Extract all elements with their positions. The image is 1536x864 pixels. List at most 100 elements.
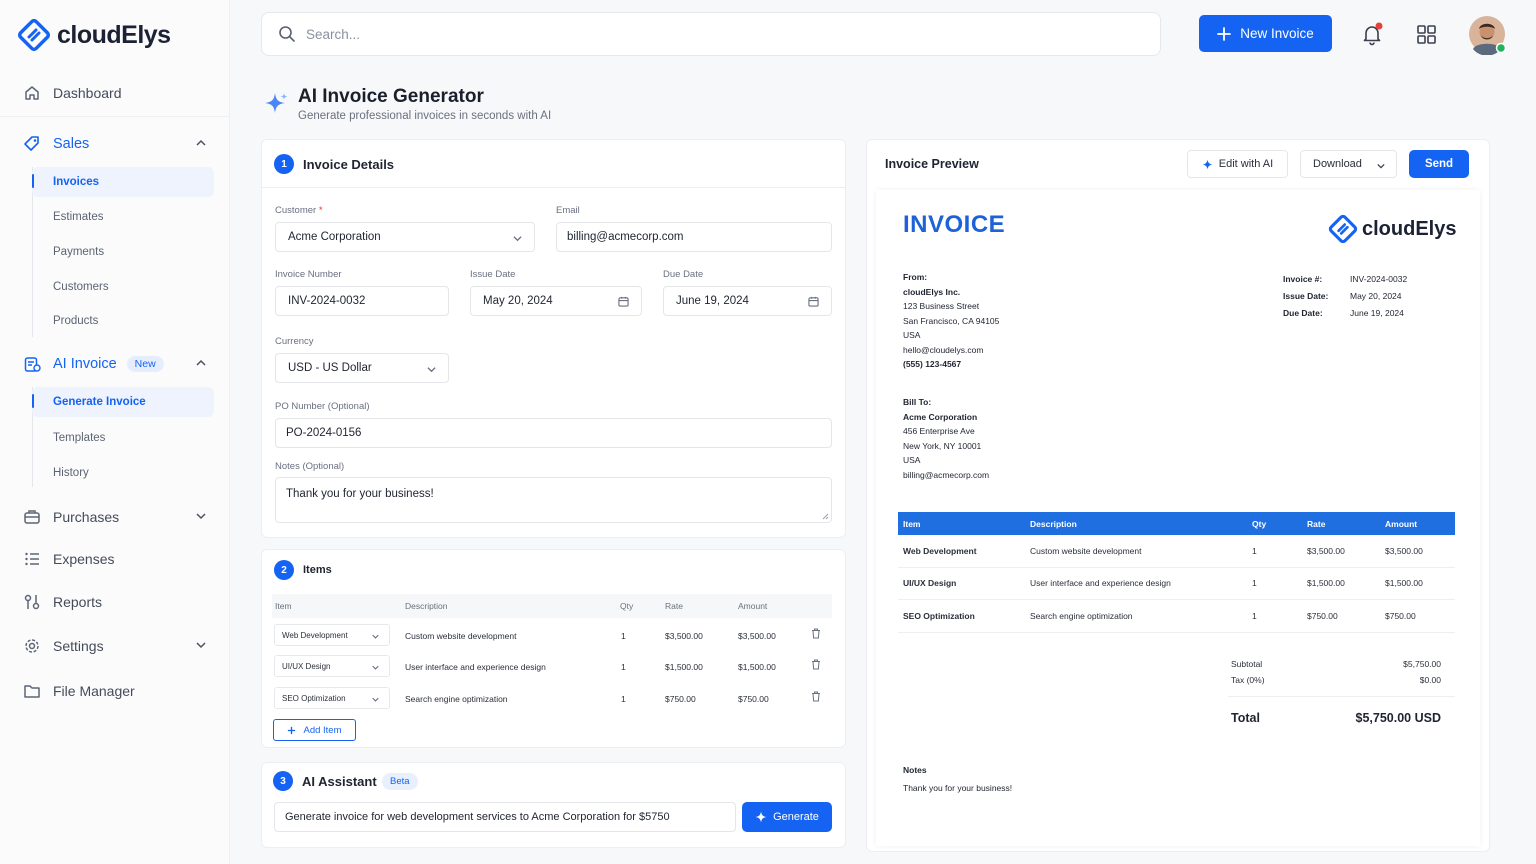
cloudelys-logo-icon	[1328, 214, 1358, 244]
chevron-down-icon	[372, 697, 379, 702]
trash-icon[interactable]	[811, 691, 821, 702]
nav-ai-invoice[interactable]: AI Invoice New	[0, 346, 230, 382]
nav-settings-label: Settings	[53, 638, 104, 654]
download-label: Download	[1313, 158, 1362, 170]
from-block: From: cloudElys Inc. 123 Business Street…	[903, 270, 999, 372]
add-item-button[interactable]: Add Item	[273, 719, 356, 741]
item-name: UI/UX Design	[282, 661, 331, 671]
nav-generate-invoice[interactable]: Generate Invoice	[32, 387, 214, 417]
customer-label: Customer *	[275, 205, 323, 216]
reports-icon	[24, 594, 40, 610]
search-input[interactable]: Search...	[261, 12, 1161, 56]
nav-payments[interactable]: Payments	[32, 237, 214, 267]
item-description[interactable]: User interface and experience design	[405, 662, 546, 672]
nav-products[interactable]: Products	[32, 306, 214, 336]
send-label: Send	[1424, 158, 1454, 170]
nav-dashboard[interactable]: Dashboard	[0, 75, 230, 111]
nav-templates[interactable]: Templates	[32, 423, 214, 453]
from-line: USA	[903, 330, 921, 340]
home-icon	[25, 86, 39, 100]
generate-button[interactable]: Generate	[742, 802, 832, 832]
sparkle-icon	[265, 93, 288, 113]
meta-label: Due Date:	[1283, 308, 1323, 318]
preview-table-header	[898, 512, 1455, 535]
due-date-field[interactable]: June 19, 2024	[663, 286, 832, 316]
plus-icon	[288, 726, 296, 734]
item-rate[interactable]: $1,500.00	[665, 662, 703, 672]
nav-reports[interactable]: Reports	[0, 584, 230, 620]
email-field[interactable]: billing@acmecorp.com	[556, 222, 832, 252]
nav-customers[interactable]: Customers	[32, 272, 214, 302]
item-select[interactable]: SEO Optimization	[274, 687, 390, 709]
currency-label: Currency	[275, 336, 314, 347]
from-line: hello@cloudelys.com	[903, 344, 984, 355]
nav-invoices[interactable]: Invoices	[32, 167, 214, 197]
calendar-icon[interactable]	[618, 296, 629, 307]
item-qty[interactable]: 1	[621, 694, 626, 704]
chevron-down-icon[interactable]	[196, 640, 206, 650]
trash-icon[interactable]	[811, 659, 821, 670]
item-select[interactable]: Web Development	[274, 624, 390, 646]
currency-select[interactable]: USD - US Dollar	[275, 353, 449, 383]
brand-logo[interactable]: cloudElys	[17, 18, 171, 52]
invoice-preview-title: Invoice Preview	[885, 157, 979, 171]
ai-prompt-input[interactable]: Generate invoice for web development ser…	[274, 802, 736, 832]
divider	[898, 632, 1455, 633]
edit-with-ai-button[interactable]: Edit with AI	[1187, 150, 1288, 178]
preview-col-item: Item	[903, 519, 921, 529]
plus-icon	[1217, 26, 1232, 41]
item-select[interactable]: UI/UX Design	[274, 655, 390, 677]
chevron-up-icon[interactable]	[196, 138, 206, 148]
nav-purchases[interactable]: Purchases	[0, 499, 230, 535]
new-invoice-button[interactable]: New Invoice	[1199, 15, 1332, 52]
notes-textarea[interactable]: Thank you for your business!	[275, 477, 832, 523]
chevron-down-icon[interactable]	[196, 511, 206, 521]
nav-file-manager[interactable]: File Manager	[0, 673, 230, 709]
nav-products-label: Products	[53, 315, 99, 327]
preview-qty: 1	[1252, 611, 1257, 621]
issue-date-field[interactable]: May 20, 2024	[470, 286, 642, 316]
po-number-field[interactable]: PO-2024-0156	[275, 418, 832, 448]
invoice-heading: INVOICE	[903, 211, 1006, 238]
preview-rate: $3,500.00	[1307, 546, 1345, 556]
customer-select[interactable]: Acme Corporation	[275, 222, 535, 252]
apps-grid-button[interactable]	[1416, 24, 1437, 45]
item-description[interactable]: Search engine optimization	[405, 694, 508, 704]
customer-label-text: Customer	[275, 205, 317, 216]
divider	[261, 187, 846, 188]
calendar-icon[interactable]	[808, 296, 819, 307]
invoice-details-title: Invoice Details	[303, 157, 395, 172]
nav-settings[interactable]: Settings	[0, 628, 230, 664]
download-dropdown[interactable]: Download	[1300, 150, 1397, 178]
nav-estimates[interactable]: Estimates	[32, 202, 214, 232]
bell-icon	[1363, 22, 1383, 46]
resize-handle-icon[interactable]	[822, 513, 829, 520]
preview-rate: $1,500.00	[1307, 578, 1345, 588]
edit-with-ai-label: Edit with AI	[1218, 158, 1274, 170]
item-qty[interactable]: 1	[621, 631, 626, 641]
send-button[interactable]: Send	[1409, 150, 1469, 178]
avatar[interactable]	[1468, 15, 1508, 55]
invoice-number-field[interactable]: INV-2024-0032	[275, 286, 449, 316]
col-description: Description	[405, 601, 448, 611]
nav-invoices-label: Invoices	[53, 176, 100, 188]
chevron-up-icon[interactable]	[196, 358, 206, 368]
nav-expenses[interactable]: Expenses	[0, 541, 230, 577]
trash-icon[interactable]	[811, 628, 821, 639]
preview-amount: $1,500.00	[1385, 578, 1423, 588]
bill-to-block: Bill To: Acme Corporation 456 Enterprise…	[903, 395, 989, 482]
notification-button[interactable]	[1360, 22, 1384, 46]
nav-history[interactable]: History	[32, 458, 214, 488]
item-rate[interactable]: $750.00	[665, 694, 696, 704]
bill-to-line: New York, NY 10001	[903, 440, 982, 451]
item-rate[interactable]: $3,500.00	[665, 631, 703, 641]
ai-prompt-value: Generate invoice for web development ser…	[285, 811, 670, 823]
preview-description: Search engine optimization	[1030, 611, 1133, 621]
divider	[898, 599, 1455, 600]
item-qty[interactable]: 1	[621, 662, 626, 672]
cloudelys-logo-icon	[17, 18, 51, 52]
nav-sales[interactable]: Sales	[0, 126, 230, 162]
item-description[interactable]: Custom website development	[405, 631, 517, 641]
invoice-number-value: INV-2024-0032	[288, 295, 366, 307]
due-date-value: June 19, 2024	[676, 295, 749, 307]
